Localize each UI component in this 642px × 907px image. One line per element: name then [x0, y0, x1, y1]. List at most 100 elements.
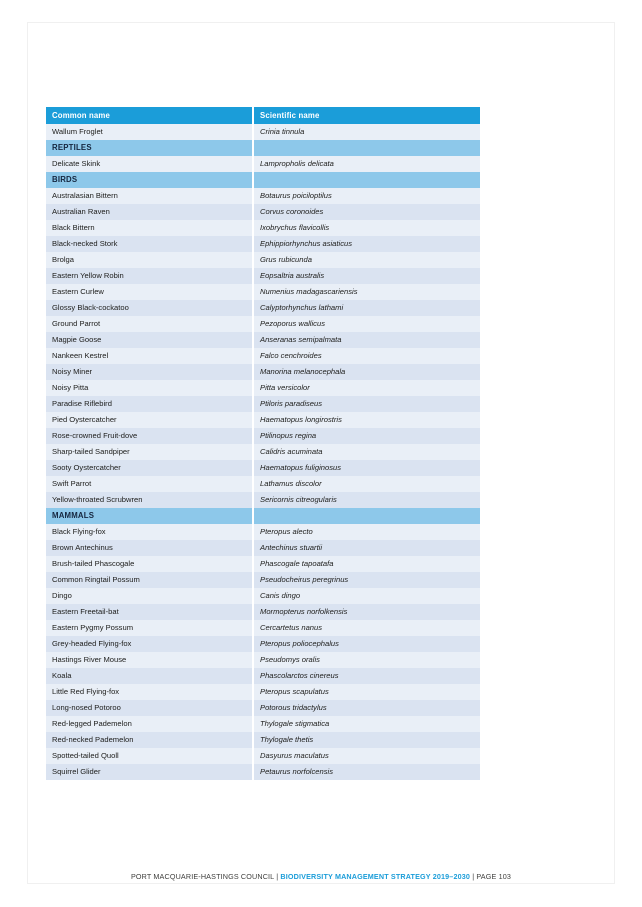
- page-footer: PORT MACQUARIE-HASTINGS COUNCIL | BIODIV…: [0, 872, 642, 881]
- section-header-label: MAMMALS: [46, 508, 252, 524]
- table-row: Brown Antechinus Antechinus stuartii: [46, 540, 480, 556]
- section-header-label: REPTILES: [46, 140, 252, 156]
- cell-common-name: Ground Parrot: [46, 316, 252, 332]
- cell-common-name: Australasian Bittern: [46, 188, 252, 204]
- table-section-header-row: BIRDS: [46, 172, 480, 188]
- cell-common-name: Spotted-tailed Quoll: [46, 748, 252, 764]
- cell-scientific-name: Ephippiorhynchus asiaticus: [254, 236, 480, 252]
- table-row: Ground Parrot Pezoporus wallicus: [46, 316, 480, 332]
- cell-common-name: Squirrel Glider: [46, 764, 252, 780]
- table-row: Eastern Pygmy Possum Cercartetus nanus: [46, 620, 480, 636]
- cell-scientific-name: Thylogale thetis: [254, 732, 480, 748]
- cell-common-name: Common Ringtail Possum: [46, 572, 252, 588]
- table-row: Delicate Skink Lampropholis delicata: [46, 156, 480, 172]
- cell-common-name: Australian Raven: [46, 204, 252, 220]
- cell-common-name: Brolga: [46, 252, 252, 268]
- table-row: Common Ringtail Possum Pseudocheirus pere…: [46, 572, 480, 588]
- table-row: Swift Parrot Lathamus discolor: [46, 476, 480, 492]
- footer-strategy-title: BIODIVERSITY MANAGEMENT STRATEGY 2019–20…: [280, 872, 471, 881]
- table-row: Eastern Curlew Numenius madagascariensis: [46, 284, 480, 300]
- cell-common-name: Brown Antechinus: [46, 540, 252, 556]
- cell-common-name: Eastern Freetail-bat: [46, 604, 252, 620]
- footer-separator-left: |: [276, 872, 279, 881]
- cell-scientific-name: Phascogale tapoatafa: [254, 556, 480, 572]
- table-row: Pied Oystercatcher Haematopus longirostri…: [46, 412, 480, 428]
- cell-scientific-name: Thylogale stigmatica: [254, 716, 480, 732]
- cell-common-name: Eastern Curlew: [46, 284, 252, 300]
- table-row: Dingo Canis dingo: [46, 588, 480, 604]
- cell-scientific-name: Pteropus alecto: [254, 524, 480, 540]
- cell-common-name: Swift Parrot: [46, 476, 252, 492]
- cell-common-name: Noisy Pitta: [46, 380, 252, 396]
- section-header-scientific-cell: [254, 172, 480, 188]
- table-row: Brush-tailed Phascogale Phascogale tapoat…: [46, 556, 480, 572]
- table-row: Black Flying-fox Pteropus alecto: [46, 524, 480, 540]
- cell-scientific-name: Grus rubicunda: [254, 252, 480, 268]
- section-header-label: BIRDS: [46, 172, 252, 188]
- table-row: Rose-crowned Fruit-dove Ptilinopus regina: [46, 428, 480, 444]
- cell-common-name: Red-legged Pademelon: [46, 716, 252, 732]
- cell-scientific-name: Haematopus fuliginosus: [254, 460, 480, 476]
- cell-common-name: Black-necked Stork: [46, 236, 252, 252]
- cell-common-name: Sooty Oystercatcher: [46, 460, 252, 476]
- table-row: Australasian Bittern Botaurus poiciloptil…: [46, 188, 480, 204]
- cell-common-name: Black Bittern: [46, 220, 252, 236]
- cell-scientific-name: Ptilinopus regina: [254, 428, 480, 444]
- cell-scientific-name: Dasyurus maculatus: [254, 748, 480, 764]
- table-row: Spotted-tailed Quoll Dasyurus maculatus: [46, 748, 480, 764]
- cell-scientific-name: Mormopterus norfolkensis: [254, 604, 480, 620]
- cell-common-name: Long-nosed Potoroo: [46, 700, 252, 716]
- table-row: Yellow-throated Scrubwren Sericornis citr…: [46, 492, 480, 508]
- section-header-scientific-cell: [254, 508, 480, 524]
- table-row: Long-nosed Potoroo Potorous tridactylus: [46, 700, 480, 716]
- table-row: Eastern Freetail-bat Mormopterus norfolke…: [46, 604, 480, 620]
- cell-common-name: Eastern Yellow Robin: [46, 268, 252, 284]
- cell-common-name: Glossy Black-cockatoo: [46, 300, 252, 316]
- cell-scientific-name: Pitta versicolor: [254, 380, 480, 396]
- cell-scientific-name: Phascolarctos cinereus: [254, 668, 480, 684]
- cell-scientific-name: Manorina melanocephala: [254, 364, 480, 380]
- table-row: Hastings River Mouse Pseudomys oralis: [46, 652, 480, 668]
- table-row: Sharp-tailed Sandpiper Calidris acuminata: [46, 444, 480, 460]
- table-row: Red-legged Pademelon Thylogale stigmatica: [46, 716, 480, 732]
- cell-common-name: Sharp-tailed Sandpiper: [46, 444, 252, 460]
- cell-scientific-name: Lampropholis delicata: [254, 156, 480, 172]
- table-row: Sooty Oystercatcher Haematopus fuliginosu…: [46, 460, 480, 476]
- cell-scientific-name: Pseudocheirus peregrinus: [254, 572, 480, 588]
- table-row: Australian Raven Corvus coronoides: [46, 204, 480, 220]
- column-header-scientific-name: Scientific name: [254, 107, 480, 124]
- cell-scientific-name: Sericornis citreogularis: [254, 492, 480, 508]
- footer-page-number: PAGE 103: [476, 872, 512, 881]
- cell-scientific-name: Lathamus discolor: [254, 476, 480, 492]
- cell-scientific-name: Calyptorhynchus lathami: [254, 300, 480, 316]
- table-section-header-row: MAMMALS: [46, 508, 480, 524]
- table-body: Wallum Froglet Crinia tinnula REPTILES Deli…: [46, 124, 480, 780]
- table-row: Little Red Flying-fox Pteropus scapulatus: [46, 684, 480, 700]
- cell-scientific-name: Crinia tinnula: [254, 124, 480, 140]
- cell-scientific-name: Numenius madagascariensis: [254, 284, 480, 300]
- cell-common-name: Noisy Miner: [46, 364, 252, 380]
- table-row: Wallum Froglet Crinia tinnula: [46, 124, 480, 140]
- table-header: Common name Scientific name: [46, 107, 480, 124]
- cell-scientific-name: Pteropus scapulatus: [254, 684, 480, 700]
- cell-scientific-name: Botaurus poiciloptilus: [254, 188, 480, 204]
- section-header-scientific-cell: [254, 140, 480, 156]
- cell-scientific-name: Falco cenchroides: [254, 348, 480, 364]
- cell-scientific-name: Anseranas semipalmata: [254, 332, 480, 348]
- cell-common-name: Hastings River Mouse: [46, 652, 252, 668]
- table-row: Nankeen Kestrel Falco cenchroides: [46, 348, 480, 364]
- threatened-species-table: Common name Scientific name Wallum Frogl…: [46, 107, 480, 780]
- cell-scientific-name: Haematopus longirostris: [254, 412, 480, 428]
- cell-scientific-name: Canis dingo: [254, 588, 480, 604]
- cell-common-name: Grey-headed Flying-fox: [46, 636, 252, 652]
- cell-scientific-name: Cercartetus nanus: [254, 620, 480, 636]
- table-row: Noisy Pitta Pitta versicolor: [46, 380, 480, 396]
- footer-organisation: PORT MACQUARIE-HASTINGS COUNCIL: [130, 872, 275, 881]
- cell-scientific-name: Corvus coronoides: [254, 204, 480, 220]
- cell-common-name: Delicate Skink: [46, 156, 252, 172]
- cell-scientific-name: Pezoporus wallicus: [254, 316, 480, 332]
- cell-common-name: Nankeen Kestrel: [46, 348, 252, 364]
- column-header-common-name: Common name: [46, 107, 252, 124]
- cell-scientific-name: Pteropus poliocephalus: [254, 636, 480, 652]
- cell-common-name: Koala: [46, 668, 252, 684]
